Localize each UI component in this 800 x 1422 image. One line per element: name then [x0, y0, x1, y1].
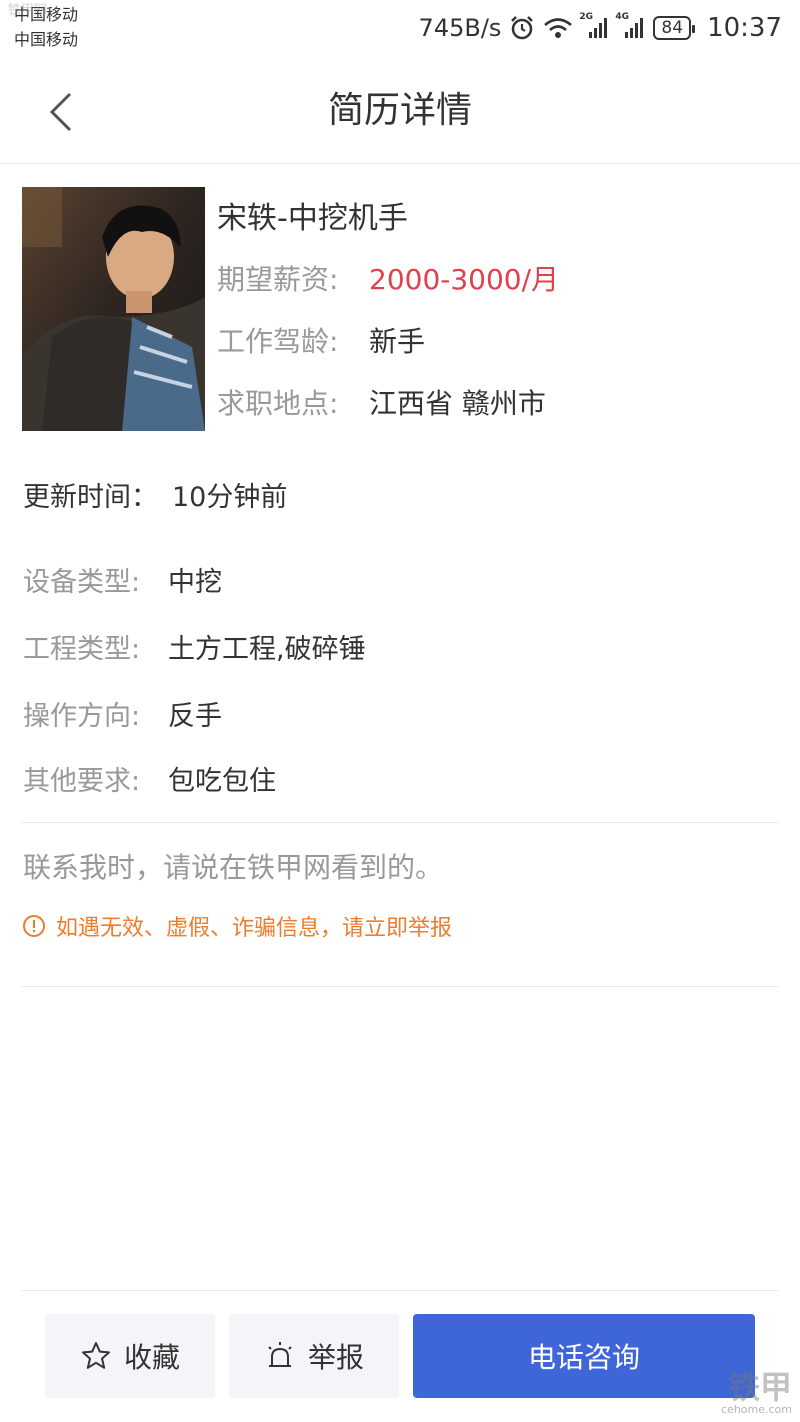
divider	[22, 986, 778, 987]
experience-label: 工作驾龄:	[217, 325, 339, 358]
project-type-value: 土方工程,破碎锤	[168, 634, 366, 665]
detail-row-equipment: 设备类型: 中挖	[23, 563, 222, 603]
network-type-4g: 4G	[615, 12, 630, 22]
report-tip-text: 如遇无效、虚假、诈骗信息，请立即举报	[56, 916, 453, 941]
project-type-label: 工程类型:	[23, 634, 141, 665]
profile-photo	[22, 187, 205, 431]
phone-consult-label: 电话咨询	[527, 1341, 640, 1374]
page-title: 简历详情	[327, 90, 472, 131]
divider	[22, 822, 778, 823]
status-bar: 中国移动 中国移动 745B/s 2G 4G 84 10:37	[0, 0, 800, 56]
carrier-name-2: 中国移动	[14, 30, 79, 49]
detail-row-other: 其他要求: 包吃包住	[23, 762, 276, 802]
bottom-bar-divider	[22, 1290, 778, 1291]
battery-indicator: 84	[653, 16, 695, 40]
other-requirements-label: 其他要求:	[23, 766, 141, 797]
location-label: 求职地点:	[217, 387, 339, 420]
equipment-type-value: 中挖	[168, 567, 222, 598]
update-time-label: 更新时间：	[23, 482, 158, 513]
detail-row-project: 工程类型: 土方工程,破碎锤	[23, 630, 366, 670]
watermark-url: cehome.com	[721, 1403, 792, 1416]
star-icon	[81, 1342, 110, 1369]
operation-direction-value: 反手	[168, 701, 222, 732]
watermark-logo: 铁甲	[727, 1368, 792, 1406]
update-time-value: 10分钟前	[172, 482, 288, 513]
status-time: 10:37	[707, 13, 782, 43]
other-requirements-value: 包吃包住	[168, 766, 276, 797]
favorite-label: 收藏	[123, 1341, 180, 1374]
salary-value: 2000-3000/月	[369, 263, 560, 296]
salary-row: 期望薪资: 2000-3000/月	[217, 260, 559, 300]
salary-label: 期望薪资:	[217, 263, 339, 296]
alarm-icon	[509, 15, 535, 41]
watermark-bottom-right: 铁甲 cehome.com	[721, 1370, 792, 1416]
experience-row: 工作驾龄: 新手	[217, 322, 425, 362]
detail-row-operation: 操作方向: 反手	[23, 697, 222, 737]
phone-consult-button[interactable]: 电话咨询	[413, 1314, 755, 1398]
alarm-siren-icon	[268, 1342, 292, 1367]
status-indicators: 745B/s 2G 4G 84 10:37	[419, 12, 782, 44]
report-button[interactable]: 举报	[229, 1314, 399, 1398]
signal-2g-icon: 2G	[579, 12, 609, 40]
operation-direction-label: 操作方向:	[23, 701, 141, 732]
watermark-top-left: 铁甲网	[8, 3, 48, 18]
experience-value: 新手	[369, 325, 426, 358]
report-label: 举报	[307, 1341, 364, 1374]
location-row: 求职地点: 江西省 赣州市	[217, 384, 546, 424]
candidate-name: 宋轶-中挖机手	[217, 201, 408, 236]
equipment-type-label: 设备类型:	[23, 567, 141, 598]
update-time-row: 更新时间： 10分钟前	[23, 478, 287, 518]
network-type-2g: 2G	[579, 12, 594, 22]
location-value: 江西省 赣州市	[369, 387, 546, 420]
warning-icon	[23, 915, 45, 937]
signal-4g-icon: 4G	[615, 12, 645, 40]
network-speed: 745B/s	[418, 14, 502, 42]
report-tip-link[interactable]: 如遇无效、虚假、诈骗信息，请立即举报	[22, 910, 452, 942]
page-header: 简历详情	[0, 56, 800, 164]
contact-note: 联系我时，请说在铁甲网看到的。	[23, 851, 444, 884]
wifi-icon	[543, 16, 573, 40]
favorite-button[interactable]: 收藏	[45, 1314, 215, 1398]
